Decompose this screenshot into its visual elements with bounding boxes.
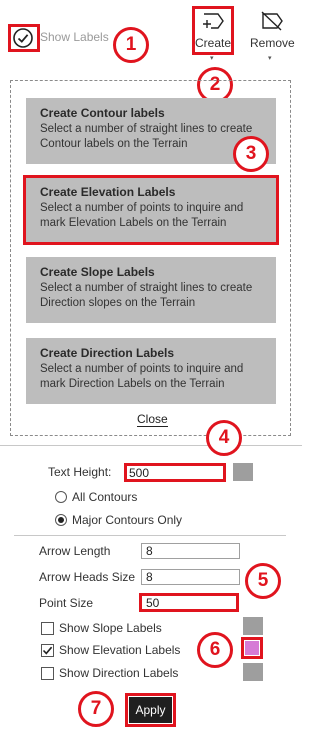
checkmark-icon	[42, 646, 53, 655]
divider	[0, 445, 302, 446]
highlight-text-height	[124, 463, 226, 482]
show-labels-text: Show Labels	[40, 30, 109, 44]
show-direction-label: Show Direction Labels	[59, 666, 179, 680]
all-contours-radio[interactable]	[55, 491, 67, 503]
menu-item-slope[interactable]: Create Slope Labels Select a number of s…	[26, 257, 276, 323]
menu-item-title: Create Slope Labels	[40, 265, 155, 279]
chevron-down-icon: ▾	[210, 55, 214, 62]
highlight-create-button	[192, 6, 234, 55]
highlight-elevation-color	[241, 637, 263, 659]
arrow-heads-label: Arrow Heads Size	[39, 570, 136, 584]
arrow-heads-input[interactable]: 8	[141, 569, 240, 585]
highlight-apply-button	[125, 693, 176, 727]
callout-4: 4	[206, 420, 242, 456]
all-contours-label: All Contours	[72, 490, 138, 504]
point-size-label: Point Size	[39, 596, 94, 610]
chevron-down-icon: ▾	[268, 55, 272, 62]
show-elevation-label: Show Elevation Labels	[59, 643, 181, 657]
callout-1: 1	[113, 27, 149, 63]
arrow-length-input[interactable]: 8	[141, 543, 240, 559]
show-direction-checkbox[interactable]	[41, 667, 54, 680]
show-slope-label: Show Slope Labels	[59, 621, 162, 635]
text-height-label: Text Height:	[48, 465, 112, 479]
text-height-color-swatch[interactable]	[233, 463, 253, 481]
menu-item-direction[interactable]: Create Direction Labels Select a number …	[26, 338, 276, 404]
callout-7: 7	[78, 691, 114, 727]
callout-5: 5	[245, 563, 281, 599]
close-link[interactable]: Close	[137, 412, 168, 427]
major-contours-radio[interactable]	[55, 514, 67, 526]
menu-item-desc: Select a number of straight lines to cre…	[40, 282, 253, 309]
show-slope-checkbox[interactable]	[41, 622, 54, 635]
highlight-show-labels	[8, 24, 40, 52]
direction-color-swatch[interactable]	[243, 663, 263, 681]
remove-button[interactable]: Remove ▾	[248, 6, 295, 64]
menu-item-desc: Select a number of straight lines to cre…	[40, 123, 253, 150]
callout-3: 3	[233, 136, 269, 172]
slope-color-swatch[interactable]	[243, 617, 263, 635]
highlight-point-size	[139, 593, 239, 612]
menu-item-title: Create Contour labels	[40, 106, 165, 120]
show-elevation-checkbox[interactable]	[41, 644, 54, 657]
callout-6: 6	[197, 632, 233, 668]
highlight-elevation-item	[23, 175, 279, 245]
menu-item-desc: Select a number of points to inquire and…	[40, 363, 244, 390]
remove-label-icon	[259, 10, 285, 32]
menu-item-title: Create Direction Labels	[40, 346, 175, 360]
arrow-length-label: Arrow Length	[39, 544, 111, 558]
major-contours-label: Major Contours Only	[72, 513, 183, 527]
remove-text: Remove	[250, 36, 295, 50]
divider	[14, 535, 286, 536]
